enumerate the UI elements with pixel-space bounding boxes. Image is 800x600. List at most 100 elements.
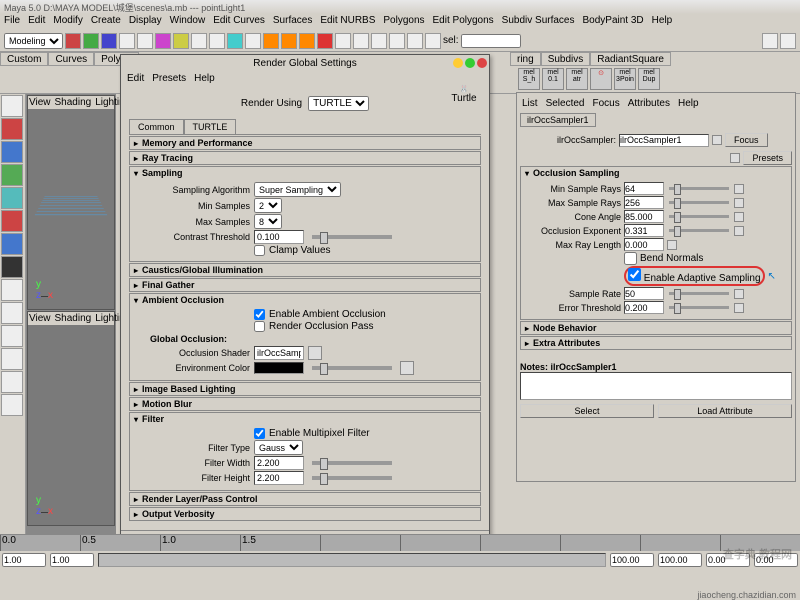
map-icon[interactable] xyxy=(308,346,322,360)
ae-node-input[interactable] xyxy=(619,134,709,147)
rotate-tool-icon[interactable] xyxy=(1,164,23,186)
ae-menu-focus[interactable]: Focus xyxy=(592,98,619,109)
env-color-slider[interactable] xyxy=(312,366,392,370)
notes-textarea[interactable] xyxy=(520,372,792,400)
layout-icon[interactable] xyxy=(1,394,23,416)
connect-icon[interactable] xyxy=(734,303,744,313)
section-sampling-head[interactable]: Sampling xyxy=(130,167,480,179)
exp-input[interactable] xyxy=(624,224,664,237)
move-tool-icon[interactable] xyxy=(1,141,23,163)
layout-icon[interactable] xyxy=(1,279,23,301)
shelf-icon[interactable]: mel 0.1 xyxy=(542,68,564,90)
menu-display[interactable]: Display xyxy=(129,15,162,29)
layout-icon[interactable] xyxy=(1,348,23,370)
cone-slider[interactable] xyxy=(669,215,729,218)
toolbar-icon[interactable] xyxy=(137,33,153,49)
viewport-persp[interactable]: ViewShadingLighting yz—x xyxy=(27,95,115,310)
section-caustics[interactable]: Caustics/Global Illumination xyxy=(129,263,481,277)
cone-input[interactable] xyxy=(624,210,664,223)
time-ruler[interactable]: 0.00.51.01.5 xyxy=(0,535,800,551)
min-rays-input[interactable] xyxy=(624,182,664,195)
contrast-input[interactable] xyxy=(254,230,304,244)
shelf-icon[interactable]: ⊙ xyxy=(590,68,612,90)
err-input[interactable] xyxy=(624,301,664,314)
snap-icon[interactable] xyxy=(281,33,297,49)
render-icon[interactable] xyxy=(407,33,423,49)
shelf-tab-radiant[interactable]: RadiantSquare xyxy=(590,52,671,66)
toolbar-icon[interactable] xyxy=(119,33,135,49)
filter-width-input[interactable] xyxy=(254,456,304,470)
shelf-tab-custom[interactable]: Custom xyxy=(0,52,48,66)
minimize-icon[interactable] xyxy=(453,58,463,68)
sampling-algo-dropdown[interactable]: Super Sampling xyxy=(254,182,341,197)
toolbar-icon[interactable] xyxy=(425,33,441,49)
toolbar-icon[interactable] xyxy=(335,33,351,49)
toolbar-icon[interactable] xyxy=(762,33,778,49)
magnet-icon[interactable] xyxy=(317,33,333,49)
ae-node-tab[interactable]: ilrOccSampler1 xyxy=(520,113,596,127)
lasso-tool-icon[interactable] xyxy=(1,118,23,140)
playback-start-input[interactable] xyxy=(50,553,94,567)
scale-tool-icon[interactable] xyxy=(1,187,23,209)
ae-menu-help[interactable]: Help xyxy=(678,98,699,109)
connect-icon[interactable] xyxy=(667,240,677,250)
focus-button[interactable]: Focus xyxy=(725,133,768,147)
menu-create[interactable]: Create xyxy=(91,15,121,29)
select-button[interactable]: Select xyxy=(520,404,654,418)
exp-slider[interactable] xyxy=(669,229,729,232)
menu-help[interactable]: Help xyxy=(652,15,673,29)
shelf-icon[interactable]: mel 3Poin xyxy=(614,68,636,90)
render-pass-checkbox[interactable] xyxy=(254,321,265,332)
min-samples-dropdown[interactable]: 2 xyxy=(254,198,282,213)
enable-filter-checkbox[interactable] xyxy=(254,428,265,439)
err-slider[interactable] xyxy=(669,306,729,309)
presets-button[interactable]: Presets xyxy=(743,151,792,165)
section-motionblur[interactable]: Motion Blur xyxy=(129,397,481,411)
bend-checkbox[interactable] xyxy=(624,252,637,265)
render-using-dropdown[interactable]: TURTLE xyxy=(308,96,369,111)
maximize-icon[interactable] xyxy=(465,58,475,68)
connect-icon[interactable] xyxy=(734,289,744,299)
filter-type-dropdown[interactable]: Gauss xyxy=(254,440,303,455)
clamp-checkbox[interactable] xyxy=(254,245,265,256)
layout-icon[interactable] xyxy=(1,302,23,324)
menu-bodypaint[interactable]: BodyPaint 3D xyxy=(583,15,644,29)
shelf-icon[interactable]: mel atr xyxy=(566,68,588,90)
rate-slider[interactable] xyxy=(669,292,729,295)
max-samples-dropdown[interactable]: 8 xyxy=(254,214,282,229)
shelf-tab-curves[interactable]: Curves xyxy=(48,52,94,66)
connect-icon[interactable] xyxy=(734,184,744,194)
tool-icon[interactable] xyxy=(1,210,23,232)
mode-dropdown[interactable]: Modeling xyxy=(4,33,63,49)
sel-input[interactable] xyxy=(461,34,521,48)
tab-turtle[interactable]: TURTLE xyxy=(184,119,237,134)
load-attr-button[interactable]: Load Attribute xyxy=(658,404,792,418)
section-ao-head[interactable]: Ambient Occlusion xyxy=(130,294,480,306)
section-raytracing[interactable]: Ray Tracing xyxy=(129,151,481,165)
ae-section-occlusion-head[interactable]: Occlusion Sampling xyxy=(521,167,791,179)
adaptive-checkbox[interactable] xyxy=(628,268,641,281)
section-ibl[interactable]: Image Based Lighting xyxy=(129,382,481,396)
layout-icon[interactable] xyxy=(1,325,23,347)
map-icon[interactable] xyxy=(400,361,414,375)
toolbar-icon[interactable] xyxy=(353,33,369,49)
ae-menu-attributes[interactable]: Attributes xyxy=(628,98,670,109)
section-filter-head[interactable]: Filter xyxy=(130,413,480,425)
toolbar-icon[interactable] xyxy=(83,33,99,49)
presets-icon[interactable] xyxy=(730,153,740,163)
menu-window[interactable]: Window xyxy=(170,15,206,29)
range-start-input[interactable] xyxy=(2,553,46,567)
min-rays-slider[interactable] xyxy=(669,187,729,190)
toolbar-icon[interactable] xyxy=(209,33,225,49)
dialog-titlebar[interactable]: Render Global Settings xyxy=(121,55,489,71)
ae-section-extra[interactable]: Extra Attributes xyxy=(520,336,792,350)
viewport-ortho[interactable]: ViewShadingLighting yz—x xyxy=(27,311,115,526)
env-color-swatch[interactable] xyxy=(254,362,304,374)
shelf-tab-subdivs[interactable]: Subdivs xyxy=(541,52,591,66)
snap-icon[interactable] xyxy=(263,33,279,49)
dlg-menu-presets[interactable]: Presets xyxy=(152,73,186,84)
tab-common[interactable]: Common xyxy=(129,119,184,134)
menu-modify[interactable]: Modify xyxy=(53,15,82,29)
menu-editcurves[interactable]: Edit Curves xyxy=(213,15,265,29)
section-renderlayer[interactable]: Render Layer/Pass Control xyxy=(129,492,481,506)
